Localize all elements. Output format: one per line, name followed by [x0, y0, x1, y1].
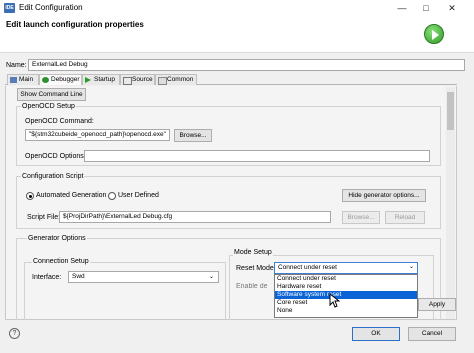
tab-main[interactable]: Main — [7, 74, 39, 85]
interface-label: Interface: — [32, 274, 62, 281]
dialog-header-title: Edit launch configuration properties — [6, 20, 144, 29]
reset-mode-dropdown: Connect under reset Hardware reset Softw… — [274, 274, 418, 318]
reset-mode-select[interactable]: Connect under reset — [274, 262, 418, 274]
openocd-setup-title: OpenOCD Setup — [21, 103, 76, 110]
tab-startup-label: Startup — [94, 76, 115, 83]
source-tab-icon — [123, 77, 132, 85]
reset-option-none[interactable]: None — [275, 307, 417, 315]
tab-source[interactable]: Source — [120, 74, 155, 85]
tab-common[interactable]: Common — [155, 74, 197, 85]
reset-option-core-reset[interactable]: Core reset — [275, 299, 417, 307]
hide-generator-options-button[interactable]: Hide generator options... — [342, 189, 426, 202]
tab-startup[interactable]: Startup — [82, 74, 120, 85]
automated-generation-label: Automated Generation — [36, 192, 107, 199]
name-label: Name: — [6, 62, 27, 69]
vertical-scrollbar-thumb[interactable] — [447, 92, 454, 130]
startup-tab-icon — [85, 77, 91, 83]
mouse-cursor-icon — [329, 293, 340, 308]
app-logo-icon: IDE — [4, 3, 15, 13]
openocd-options-label: OpenOCD Options : — [25, 153, 88, 160]
minimize-button[interactable]: — — [392, 2, 412, 14]
user-defined-label: User Defined — [118, 192, 159, 199]
main-tab-icon — [10, 77, 17, 83]
mode-setup-title: Mode Setup — [233, 249, 273, 256]
tab-source-label: Source — [132, 76, 153, 83]
reset-option-hardware-reset[interactable]: Hardware reset — [275, 283, 417, 291]
connection-setup-title: Connection Setup — [32, 258, 90, 265]
tab-debugger-label: Debugger — [51, 76, 80, 83]
openocd-command-label: OpenOCD Command: — [25, 118, 94, 125]
reset-option-connect-under-reset[interactable]: Connect under reset — [275, 275, 417, 283]
reset-mode-label: Reset Mode: — [236, 265, 276, 272]
tab-debugger[interactable]: Debugger — [39, 74, 82, 85]
automated-generation-radio[interactable] — [26, 192, 34, 200]
openocd-options-input[interactable] — [84, 150, 430, 162]
generator-options-title: Generator Options — [27, 235, 87, 242]
apply-button[interactable]: Apply — [418, 298, 456, 311]
chevron-down-icon: ⌄ — [409, 264, 415, 270]
run-icon — [424, 24, 444, 44]
close-button[interactable]: ✕ — [442, 2, 462, 14]
name-input[interactable]: ExternalLed Debug — [28, 59, 465, 71]
interface-select[interactable]: Swd — [68, 271, 219, 283]
script-reload-button[interactable]: Reload — [385, 211, 425, 224]
help-icon[interactable]: ? — [9, 328, 20, 339]
tab-main-label: Main — [19, 76, 34, 83]
configuration-script-title: Configuration Script — [21, 173, 85, 180]
maximize-button[interactable]: □ — [416, 2, 436, 14]
interface-select-value: Swd — [72, 273, 85, 280]
ok-button[interactable]: OK — [352, 327, 400, 341]
common-tab-icon — [158, 77, 167, 85]
reset-mode-select-value: Connect under reset — [278, 264, 337, 271]
user-defined-radio[interactable] — [108, 192, 116, 200]
openocd-command-input[interactable]: "${stm32cubeide_openocd_path}\openocd.ex… — [25, 129, 170, 141]
enable-debug-checkbox-label[interactable]: Enable de — [236, 283, 274, 290]
chevron-down-icon: ⌄ — [209, 274, 215, 280]
debugger-tab-icon — [42, 77, 49, 83]
window-title: Edit Configuration — [19, 3, 83, 12]
script-file-input[interactable]: ${ProjDirPath}\ExternalLed Debug.cfg — [59, 211, 331, 223]
cancel-button[interactable]: Cancel — [408, 327, 456, 341]
reset-option-software-system-reset[interactable]: Software system reset — [275, 291, 417, 299]
script-browse-button[interactable]: Browse... — [342, 211, 380, 224]
tab-common-label: Common — [167, 76, 194, 83]
script-file-label: Script File: — [27, 214, 61, 221]
show-command-line-button[interactable]: Show Command Line — [17, 88, 86, 101]
openocd-browse-button[interactable]: Browse... — [174, 129, 212, 142]
